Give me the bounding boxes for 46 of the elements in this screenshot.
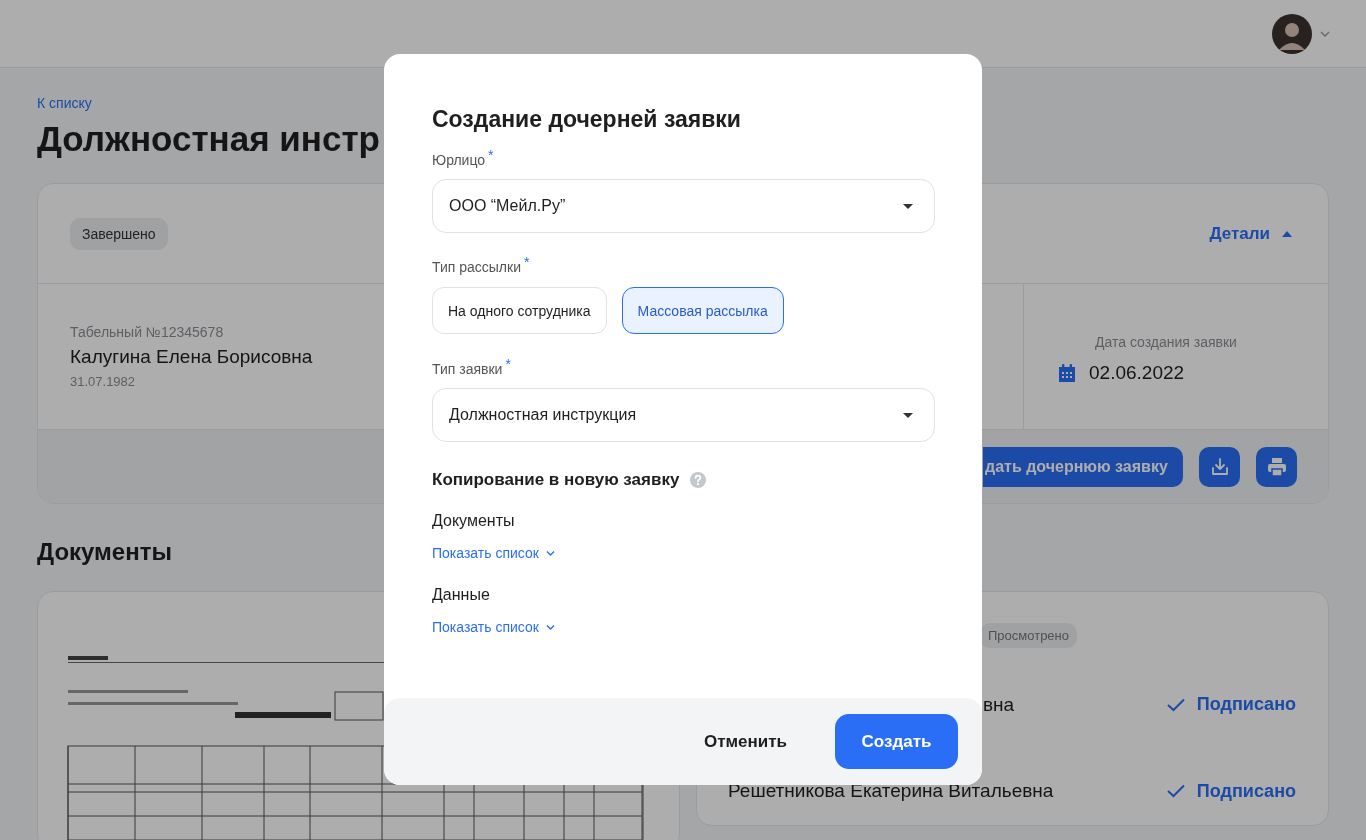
status-tag: Просмотрено — [980, 623, 1077, 648]
option-button[interactable]: На одного сотрудника — [432, 287, 607, 334]
signature-status: Подписано — [1196, 694, 1296, 715]
chevron-down-icon[interactable] — [1320, 30, 1330, 37]
field-label: Тип заявки — [432, 360, 503, 379]
created-date: 02.06.2022 — [1089, 361, 1185, 384]
page-title: Должностная инстр — [37, 118, 380, 160]
download-button[interactable] — [1199, 446, 1240, 487]
section-label: Данные — [432, 585, 490, 605]
field-label: Тип рассылки — [432, 258, 521, 277]
avatar[interactable] — [1272, 13, 1312, 54]
signer-name: Решетникова Екатерина Витальевна — [728, 780, 1054, 802]
required-mark: * — [524, 257, 530, 272]
check-icon — [1166, 697, 1185, 712]
employee-name: Калугина Елена Борисовна — [70, 346, 313, 368]
signature-status: Подписано — [1196, 780, 1296, 802]
check-icon — [1166, 784, 1185, 798]
status-tag: Завершено — [70, 217, 168, 250]
chevron-icon — [545, 550, 555, 556]
select-field[interactable]: ООО “Мейл.Ру” — [432, 179, 935, 233]
caret-icon — [903, 412, 913, 418]
print-button[interactable] — [1256, 446, 1297, 487]
create-button[interactable]: Создать — [835, 714, 958, 769]
show-list-link[interactable]: Показать список — [432, 545, 555, 561]
details-toggle[interactable]: Детали — [1209, 223, 1292, 244]
section-heading: Документы — [37, 537, 172, 567]
personnel-number: Табельный №12345678 — [70, 324, 224, 340]
section-heading: Копирование в новую заявку — [432, 470, 680, 490]
signer-name: вна — [982, 693, 1015, 716]
dialog-title: Создание дочерней заявки — [432, 105, 741, 134]
printer-icon — [1265, 455, 1288, 478]
option-button[interactable]: Массовая рассылка — [621, 287, 784, 334]
create-child-button[interactable]: дать дочернюю заявку — [983, 446, 1183, 487]
required-mark: * — [488, 150, 494, 165]
cancel-button[interactable]: Отменить — [703, 731, 787, 752]
show-list-link[interactable]: Показать список — [432, 619, 555, 635]
caret-icon — [903, 203, 913, 209]
required-mark: * — [505, 359, 511, 374]
chevron-icon — [545, 624, 555, 630]
created-label: Дата создания заявки — [1094, 333, 1238, 350]
field-label: Юрлицо — [432, 151, 486, 170]
birth-date: 31.07.1982 — [70, 374, 136, 389]
caret-icon — [1282, 230, 1292, 237]
calendar-icon — [1057, 362, 1077, 383]
select-field[interactable]: Должностная инструкция — [432, 388, 935, 442]
section-label: Документы — [432, 511, 515, 531]
